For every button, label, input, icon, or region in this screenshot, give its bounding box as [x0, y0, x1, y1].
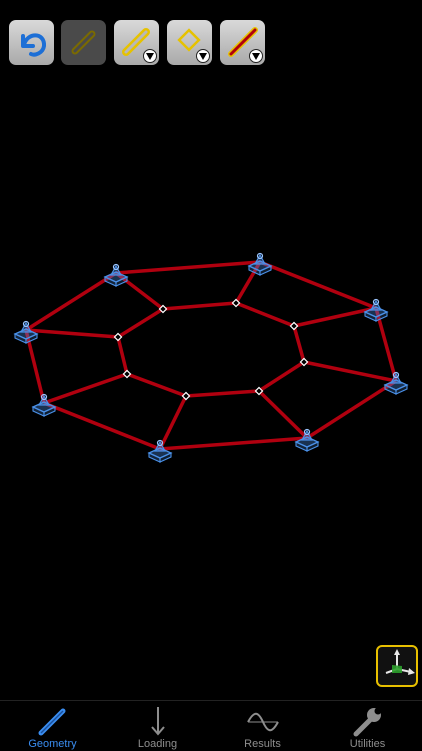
frame-member[interactable] — [257, 389, 309, 440]
chevron-down-icon — [196, 49, 210, 63]
fixed-support-icon[interactable] — [383, 371, 409, 395]
fixed-support-icon[interactable] — [103, 263, 129, 287]
tab-results[interactable]: Results — [210, 701, 315, 751]
chevron-down-icon — [143, 49, 157, 63]
view-orientation-button[interactable] — [376, 645, 418, 687]
undo-arrow-icon — [21, 33, 46, 57]
undo-button[interactable] — [9, 20, 54, 65]
axes-icon — [385, 649, 415, 675]
model-canvas[interactable] — [0, 80, 422, 700]
frame-member[interactable] — [115, 260, 261, 275]
top-toolbar — [0, 0, 422, 80]
bottom-tab-bar: Geometry Loading Results Utilities — [0, 700, 422, 751]
section-tool-button[interactable] — [220, 20, 265, 65]
tab-loading[interactable]: Loading — [105, 701, 210, 751]
frame-member[interactable] — [25, 328, 119, 339]
tab-utilities[interactable]: Utilities — [315, 701, 420, 751]
frame-member[interactable] — [235, 301, 295, 328]
fixed-support-icon[interactable] — [147, 439, 173, 463]
fixed-support-icon[interactable] — [247, 252, 273, 276]
tab-label: Loading — [137, 738, 178, 750]
results-wave-icon — [247, 712, 279, 732]
frame-member[interactable] — [303, 360, 397, 383]
frame-member[interactable] — [185, 389, 260, 398]
tab-label: Results — [244, 738, 281, 750]
tab-geometry[interactable]: Geometry — [0, 701, 105, 751]
frame-member[interactable] — [43, 372, 128, 405]
nodes — [113, 298, 309, 401]
frame-member[interactable] — [25, 271, 117, 332]
members — [24, 260, 398, 451]
tab-label: Utilities — [349, 738, 386, 750]
frame-member[interactable] — [159, 436, 308, 451]
utilities-wrench-icon — [353, 707, 382, 737]
fixed-support-icon[interactable] — [31, 393, 57, 417]
frame-member[interactable] — [259, 260, 377, 310]
geometry-pencil-icon — [38, 708, 66, 736]
frame-member[interactable] — [306, 379, 397, 440]
frame-member[interactable] — [158, 395, 188, 450]
node-tool-button[interactable] — [167, 20, 212, 65]
chevron-down-icon — [249, 49, 263, 63]
link-button[interactable] — [61, 20, 106, 65]
frame-member[interactable] — [292, 325, 306, 363]
frame-member[interactable] — [162, 301, 237, 311]
member-tool-button[interactable] — [114, 20, 159, 65]
loading-arrow-icon — [151, 707, 165, 736]
frame-member[interactable] — [126, 372, 187, 398]
frame-member[interactable] — [117, 307, 164, 339]
tab-label: Geometry — [28, 738, 77, 750]
frame-member[interactable] — [43, 401, 161, 451]
fixed-support-icon[interactable] — [363, 298, 389, 322]
frame-member[interactable] — [116, 336, 129, 375]
supports — [13, 252, 409, 463]
frame-member[interactable] — [293, 306, 377, 328]
frame-member[interactable] — [258, 360, 305, 393]
member-link-icon — [71, 30, 96, 55]
